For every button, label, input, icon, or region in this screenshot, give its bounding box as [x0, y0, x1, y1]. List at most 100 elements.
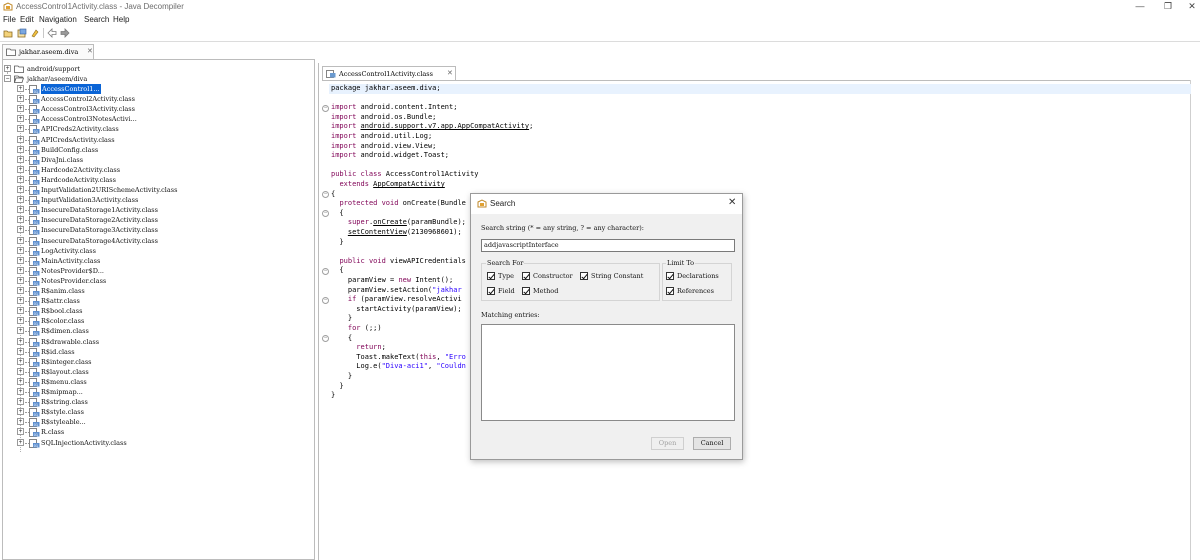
minimize-icon[interactable]: —: [1134, 1, 1146, 12]
tree-class-item[interactable]: AccessControl2Activity.class: [41, 94, 135, 104]
code-link[interactable]: setContentView: [348, 228, 407, 236]
tree-expander[interactable]: +: [17, 186, 24, 193]
matching-entries-list[interactable]: [481, 324, 735, 421]
tree-class-item[interactable]: R$menu.class: [41, 377, 87, 387]
tree-expander[interactable]: +: [17, 428, 24, 436]
field-checkbox[interactable]: [487, 287, 495, 295]
tree-class-item[interactable]: R$dimen.class: [41, 326, 89, 336]
tree-class-item[interactable]: AccessControl3Activity.class: [41, 104, 135, 114]
tree-expander[interactable]: +: [17, 206, 24, 214]
tree-expander[interactable]: +: [17, 226, 24, 234]
tree-expander[interactable]: +: [17, 165, 24, 173]
fold-toggle-icon[interactable]: −: [322, 191, 329, 199]
cancel-button[interactable]: Cancel: [693, 437, 731, 450]
code-link[interactable]: onCreate: [373, 218, 407, 226]
declarations-checkbox[interactable]: [666, 272, 674, 280]
back-arrow-icon[interactable]: [47, 28, 57, 38]
tree-class-item[interactable]: R$style.class: [41, 407, 84, 417]
close-tab-icon[interactable]: ✕: [87, 47, 93, 55]
code-link[interactable]: AppCompatActivity: [373, 180, 445, 188]
tree-class-item[interactable]: R$integer.class: [41, 357, 92, 367]
tree-expander[interactable]: +: [17, 145, 24, 153]
tree-class-item[interactable]: InsecureDataStorage4Activity.class: [41, 236, 158, 246]
references-checkbox[interactable]: [666, 287, 674, 295]
tree-class-item[interactable]: LogActivity.class: [41, 246, 96, 256]
tree-expander[interactable]: +: [17, 367, 24, 375]
tree-class-item[interactable]: Hardcode2Activity.class: [41, 165, 120, 175]
menu-edit[interactable]: Edit: [20, 15, 34, 24]
fold-toggle-icon[interactable]: −: [322, 267, 329, 275]
tree-class-item[interactable]: R$bool.class: [41, 306, 82, 316]
tree-class-item[interactable]: R$drawable.class: [41, 337, 99, 347]
tree-expander[interactable]: +: [17, 175, 24, 183]
tree-expander[interactable]: +: [17, 307, 24, 315]
tree-expander[interactable]: −: [4, 75, 11, 82]
tree-expander[interactable]: +: [17, 347, 24, 355]
method-checkbox[interactable]: [522, 287, 530, 295]
tree-class-item[interactable]: InsecureDataStorage3Activity.class: [41, 225, 158, 235]
close-window-icon[interactable]: ✕: [1186, 1, 1198, 12]
menu-navigation[interactable]: Navigation: [39, 15, 77, 24]
search-string-input[interactable]: addjavascriptInterface: [481, 239, 735, 252]
tree-expander[interactable]: +: [17, 115, 24, 123]
forward-arrow-icon[interactable]: [60, 28, 70, 38]
tree-expander[interactable]: +: [17, 357, 24, 365]
tree-expander[interactable]: +: [17, 155, 24, 163]
tree-expander[interactable]: +: [17, 408, 24, 416]
editor-tab[interactable]: AccessControl1Activity.class ✕: [322, 66, 456, 80]
tree-class-item[interactable]: R$color.class: [41, 316, 84, 326]
tree-expander[interactable]: +: [17, 216, 24, 224]
open-file-icon[interactable]: [3, 28, 13, 38]
tree-expander[interactable]: +: [17, 388, 24, 395]
tree-class-item[interactable]: R$id.class: [41, 347, 75, 357]
maximize-icon[interactable]: ❐: [1162, 1, 1174, 12]
tree-expander[interactable]: +: [17, 317, 24, 325]
tree-class-item[interactable]: AccessControl3NotesActivi...: [41, 114, 137, 124]
tree-class-item[interactable]: R$anim.class: [41, 286, 85, 296]
tree-package-label[interactable]: jakhar/aseem/diva: [27, 74, 87, 84]
tree-class-item[interactable]: DivaJni.class: [41, 155, 83, 165]
tree-class-item[interactable]: NotesProvider.class: [41, 276, 106, 286]
tree-expander[interactable]: +: [17, 125, 24, 133]
close-editor-tab-icon[interactable]: ✕: [447, 69, 453, 77]
tree-expander[interactable]: +: [17, 256, 24, 264]
tree-expander[interactable]: +: [17, 105, 24, 113]
tree-class-item[interactable]: R$mipmap...: [41, 387, 83, 397]
tree-class-item[interactable]: R$layout.class: [41, 367, 89, 377]
tree-class-item[interactable]: APICredsActivity.class: [41, 135, 115, 145]
tree-class-item[interactable]: HardcodeActivity.class: [41, 175, 116, 185]
menu-file[interactable]: File: [3, 15, 16, 24]
string-constant-checkbox[interactable]: [580, 272, 588, 280]
tree-class-item[interactable]: InsecureDataStorage2Activity.class: [41, 215, 158, 225]
constructor-checkbox[interactable]: [522, 272, 530, 280]
tree-class-item[interactable]: InsecureDataStorage1Activity.class: [41, 205, 158, 215]
tree-class-item[interactable]: R$styleable...: [41, 417, 86, 427]
tree-class-item[interactable]: SQLInjectionActivity.class: [41, 438, 127, 448]
tree-expander[interactable]: +: [17, 196, 24, 204]
open-type-icon[interactable]: [17, 28, 27, 38]
tree-class-item[interactable]: R$attr.class: [41, 296, 80, 306]
tree-expander[interactable]: +: [4, 65, 11, 72]
tree-expander[interactable]: +: [17, 246, 24, 254]
tree-expander[interactable]: +: [17, 327, 24, 335]
tree-expander[interactable]: +: [17, 398, 24, 406]
tree-expander[interactable]: +: [17, 236, 24, 244]
open-button[interactable]: Open: [651, 437, 684, 450]
tree-class-item[interactable]: InputValidation3Activity.class: [41, 195, 138, 205]
type-checkbox[interactable]: [487, 272, 495, 280]
menu-search[interactable]: Search: [84, 15, 109, 24]
file-tab[interactable]: jakhar.aseem.diva ✕: [2, 44, 94, 59]
tree-expander[interactable]: +: [17, 135, 24, 143]
tree-expander[interactable]: +: [17, 418, 24, 426]
search-tool-icon[interactable]: [30, 28, 40, 38]
tree-expander[interactable]: +: [17, 287, 24, 294]
tree-class-item[interactable]: InputValidation2URISchemeActivity.class: [41, 185, 177, 195]
tree-expander[interactable]: +: [17, 276, 24, 284]
tree-expander[interactable]: +: [17, 266, 24, 274]
tree-class-item[interactable]: MainActivity.class: [41, 256, 100, 266]
tree-class-item[interactable]: NotesProvider$D...: [41, 266, 104, 276]
panel-divider[interactable]: [318, 63, 319, 560]
fold-toggle-icon[interactable]: −: [322, 335, 329, 343]
tree-expander[interactable]: +: [17, 297, 24, 305]
fold-toggle-icon[interactable]: −: [322, 104, 329, 112]
